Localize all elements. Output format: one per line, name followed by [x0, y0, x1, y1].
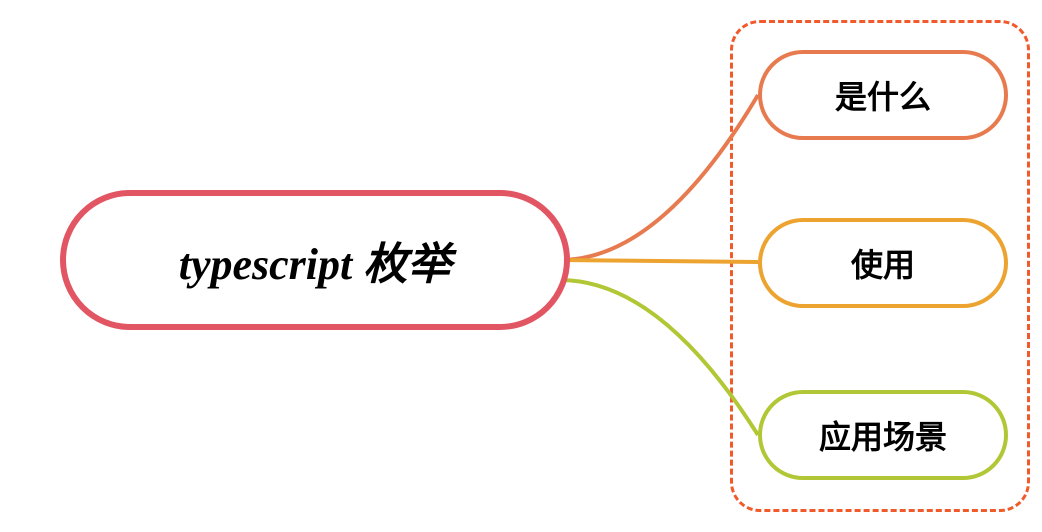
child-label: 应用场景 — [819, 412, 947, 458]
root-node: typescript 枚举 — [60, 190, 570, 330]
connector-line-2 — [560, 260, 758, 262]
child-node-scenarios: 应用场景 — [758, 390, 1008, 480]
child-label: 是什么 — [835, 72, 931, 118]
child-node-usage: 使用 — [758, 218, 1008, 308]
connector-line-3 — [560, 280, 758, 435]
child-node-what: 是什么 — [758, 50, 1008, 140]
connector-line-1 — [560, 95, 758, 260]
child-label: 使用 — [851, 240, 915, 286]
root-label: typescript 枚举 — [179, 228, 452, 292]
